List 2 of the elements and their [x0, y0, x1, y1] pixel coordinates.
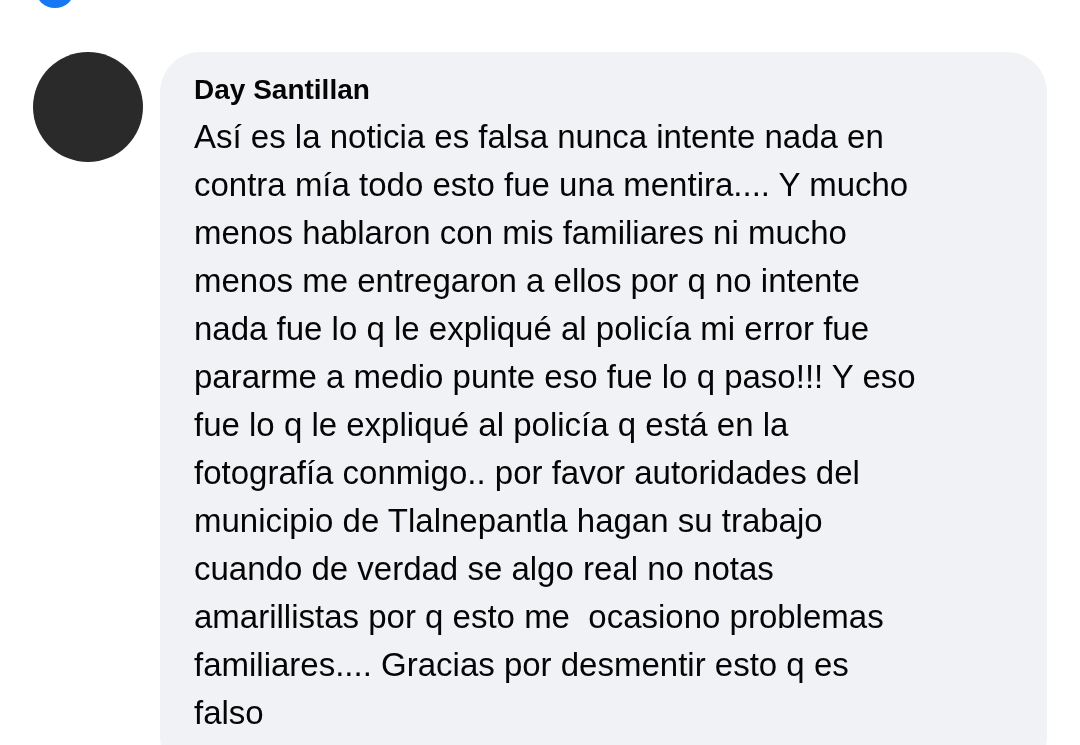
author-name[interactable]: Day Santillan [194, 73, 370, 107]
comment-text: Así es la noticia es falsa nunca intente nada en contra mía todo esto fue una mentira.... Y mucho menos hablaron con mis familiares ni mucho menos me entregaron a ellos por q no intente nada fue lo q le expliqué al policía mi error fue pararme a medio punte eso fue lo q paso!!! Y eso fue lo q le expliqué al policía q está en la fotografía conmigo.. por favor autoridades del municipio de Tlalnepantla hagan su trabajo cuando de verdad se algo real no notas amarillistas por q esto me ocasiono problemas familiares.... Gracias por desmentir esto q es falso [194, 117, 917, 733]
